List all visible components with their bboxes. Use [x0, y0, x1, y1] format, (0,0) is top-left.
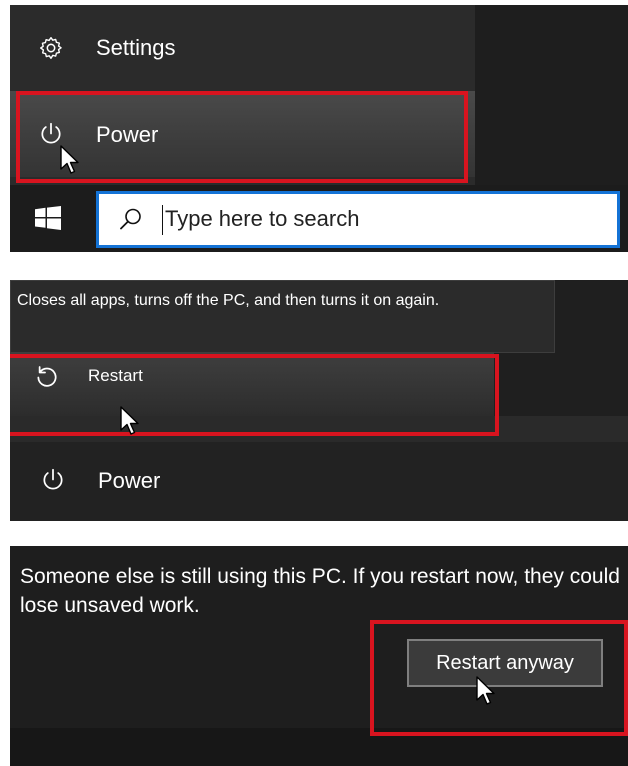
text-caret [162, 205, 163, 235]
taskbar [10, 185, 628, 252]
menu-separator [10, 416, 628, 442]
settings-menu-item[interactable]: Settings [10, 5, 475, 91]
search-input[interactable] [165, 202, 585, 236]
start-menu-panel: Settings Power [10, 5, 628, 252]
search-icon [120, 208, 141, 230]
restart-label: Restart [88, 366, 143, 385]
power-icon [43, 468, 63, 490]
dialog-footer [10, 728, 628, 766]
gear-icon [40, 37, 62, 59]
power-submenu-panel: Closes all apps, turns off the PC, and t… [10, 280, 628, 521]
power-menu-item[interactable]: Power [10, 91, 475, 177]
restart-menu-item[interactable]: Restart [10, 352, 494, 416]
start-button[interactable] [28, 202, 68, 234]
windows-logo-icon [35, 206, 61, 230]
power-icon [41, 122, 61, 144]
power-label: Power [96, 122, 159, 147]
power-label: Power [98, 468, 161, 493]
restart-icon [37, 366, 57, 387]
taskbar-search-box[interactable] [96, 191, 620, 248]
restart-anyway-button[interactable]: Restart anyway [407, 639, 603, 687]
warning-message: Someone else is still using this PC. If … [20, 565, 620, 617]
power-menu-item[interactable]: Power [10, 442, 628, 521]
tooltip-text: Closes all apps, turns off the PC, and t… [17, 292, 440, 309]
settings-label: Settings [96, 35, 176, 60]
restart-tooltip: Closes all apps, turns off the PC, and t… [10, 280, 555, 353]
restart-warning-dialog: Someone else is still using this PC. If … [10, 546, 628, 766]
start-menu-tiles-area [475, 5, 628, 185]
